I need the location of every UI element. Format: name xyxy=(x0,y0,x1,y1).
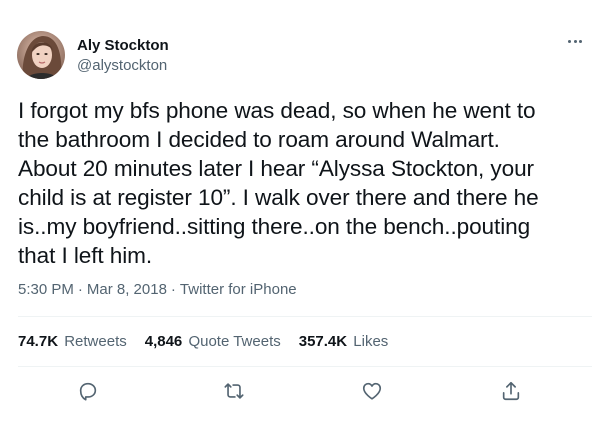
quote-tweets-stat[interactable]: 4,846 Quote Tweets xyxy=(145,332,281,351)
author-display-name[interactable]: Aly Stockton xyxy=(77,36,169,55)
tweet-text-line: the bathroom I decided to roam around Wa… xyxy=(18,127,500,152)
tweet-time[interactable]: 5:30 PM xyxy=(18,281,74,298)
heart-icon xyxy=(362,382,382,400)
tweet-stats: 74.7K Retweets 4,846 Quote Tweets 357.4K L… xyxy=(18,332,406,351)
likes-stat[interactable]: 357.4K Likes xyxy=(299,332,389,351)
author-block: Aly Stockton @alystockton xyxy=(77,36,169,75)
like-button[interactable] xyxy=(359,378,385,404)
tweet-meta: 5:30 PM · Mar 8, 2018 · Twitter for iPhone xyxy=(18,280,297,299)
tweet-text-line: I forgot my bfs phone was dead, so when … xyxy=(18,98,536,123)
share-icon xyxy=(502,381,520,401)
avatar[interactable] xyxy=(17,31,65,79)
retweet-button[interactable] xyxy=(221,378,247,404)
tweet-source[interactable]: Twitter for iPhone xyxy=(180,281,297,298)
retweet-icon xyxy=(224,383,244,399)
tweet-card: Aly Stockton @alystockton I forgot my bf… xyxy=(0,0,609,428)
share-button[interactable] xyxy=(498,378,524,404)
likes-label: Likes xyxy=(353,333,389,350)
tweet-text: I forgot my bfs phone was dead, so when … xyxy=(18,96,588,270)
retweets-label: Retweets xyxy=(64,333,127,350)
reply-icon xyxy=(79,382,97,401)
avatar-image xyxy=(17,31,65,79)
tweet-date[interactable]: Mar 8, 2018 xyxy=(87,281,167,298)
quote-tweets-label: Quote Tweets xyxy=(188,333,281,350)
likes-count: 357.4K xyxy=(298,333,348,350)
meta-separator: · xyxy=(77,281,83,298)
divider xyxy=(18,366,592,367)
author-handle[interactable]: @alystockton xyxy=(77,56,169,75)
quote-tweets-count: 4,846 xyxy=(144,333,183,350)
meta-separator: · xyxy=(170,281,176,298)
tweet-text-line: is..my boyfriend..sitting there..on the … xyxy=(18,214,531,239)
reply-button[interactable] xyxy=(75,378,101,404)
tweet-text-line: that I left him. xyxy=(18,243,153,268)
tweet-text-line: child is at register 10”. I walk over th… xyxy=(18,185,539,210)
tweet-actions xyxy=(0,378,609,404)
retweets-count: 74.7K xyxy=(18,333,59,350)
tweet-text-line: About 20 minutes later I hear “Alyssa St… xyxy=(18,156,534,181)
more-dots-icon[interactable] xyxy=(564,33,586,49)
retweets-stat[interactable]: 74.7K Retweets xyxy=(18,332,127,351)
divider xyxy=(18,316,592,317)
